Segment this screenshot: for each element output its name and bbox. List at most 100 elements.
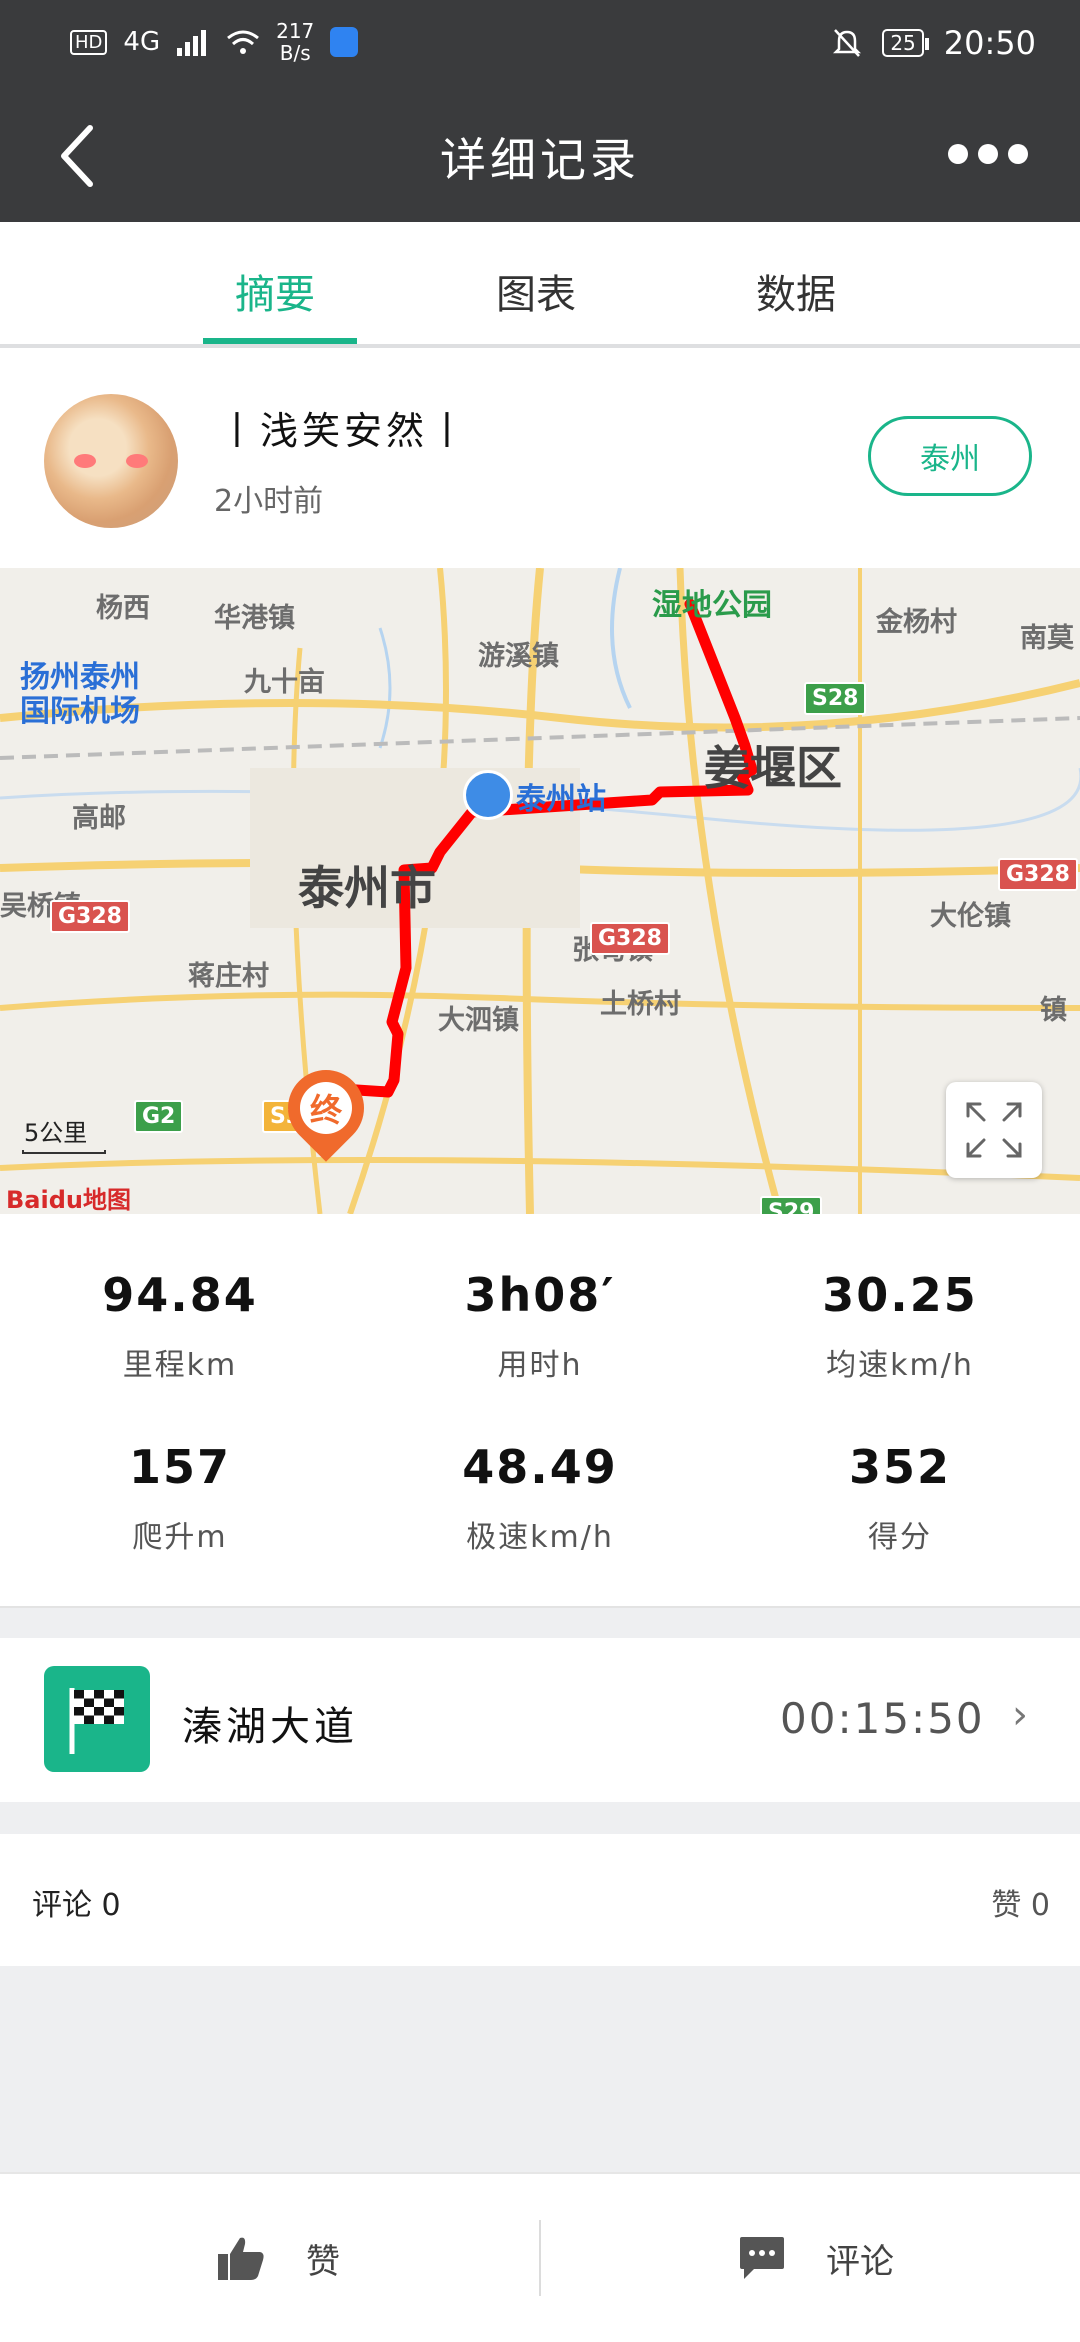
stats-panel: 94.84 里程km 3h08′ 用时h 30.25 均速km/h 157 爬升… bbox=[0, 1214, 1080, 1608]
stat-value: 94.84 bbox=[102, 1268, 258, 1322]
segment-row[interactable]: 溱湖大道 00:15:50 › bbox=[0, 1638, 1080, 1802]
user-name[interactable]: 丨浅笑安然丨 bbox=[218, 400, 470, 455]
tab-charts[interactable]: 图表 bbox=[496, 262, 576, 320]
expand-icon bbox=[966, 1102, 1022, 1158]
stat-score: 352 得分 bbox=[720, 1440, 1080, 1556]
map-label: 南莫 bbox=[1020, 623, 1074, 654]
map-label: 大伦镇 bbox=[930, 901, 1011, 932]
road-sign: G328 bbox=[998, 858, 1078, 891]
map-scale-bar bbox=[22, 1150, 106, 1154]
comment-button[interactable]: 评论 bbox=[738, 2228, 894, 2288]
network-speed-value: 217 bbox=[276, 19, 315, 43]
map-label: 姜堰区 bbox=[704, 741, 842, 795]
status-right: 25 20:50 bbox=[832, 24, 1036, 62]
stat-label: 用时h bbox=[497, 1348, 583, 1383]
segment-time: 00:15:50 bbox=[780, 1694, 985, 1743]
tab-bar: 摘要 图表 数据 bbox=[0, 222, 1080, 348]
map-label: 华港镇 bbox=[214, 603, 295, 634]
likes-summary[interactable]: 赞 0 bbox=[991, 1880, 1050, 1924]
road-sign: G328 bbox=[50, 900, 130, 933]
status-bar: HD 4G 217 B/s 25 20:50 bbox=[0, 0, 1080, 88]
page-title: 详细记录 bbox=[440, 133, 640, 187]
stat-distance: 94.84 里程km bbox=[0, 1268, 360, 1384]
comments-label: 评论 bbox=[32, 1888, 92, 1923]
title-bar: 详细记录 bbox=[0, 88, 1080, 222]
network-speed: 217 B/s bbox=[276, 20, 314, 64]
likes-count: 0 bbox=[1030, 1888, 1050, 1923]
route-map[interactable]: 杨西 华港镇 湿地公园 金杨村 南莫 扬州泰州 国际机场 九十亩 游溪镇 泰州站… bbox=[0, 568, 1080, 1214]
end-marker-label: 终 bbox=[300, 1082, 352, 1134]
road-sign: G328 bbox=[590, 922, 670, 955]
map-label: 土桥村 bbox=[600, 989, 681, 1020]
hd-indicator: HD bbox=[70, 29, 108, 55]
shield-icon bbox=[330, 27, 359, 57]
map-label: 蒋庄村 bbox=[188, 961, 269, 992]
map-scale-label: 5公里 bbox=[24, 1119, 88, 1147]
map-label: 镇 bbox=[1040, 995, 1067, 1026]
map-label: 大泗镇 bbox=[438, 1005, 519, 1036]
stat-value: 157 bbox=[128, 1440, 232, 1494]
network-type: 4G bbox=[123, 27, 161, 57]
stat-label: 均速km/h bbox=[826, 1348, 974, 1383]
bell-muted-icon bbox=[833, 29, 862, 57]
signal-icon bbox=[177, 30, 207, 56]
thumbs-up-icon bbox=[218, 2237, 264, 2280]
clock: 20:50 bbox=[943, 24, 1036, 62]
network-speed-unit: B/s bbox=[279, 41, 311, 65]
city-button[interactable]: 泰州 bbox=[868, 416, 1032, 496]
like-button-label: 赞 bbox=[306, 2241, 340, 2282]
segment-name: 溱湖大道 bbox=[182, 1704, 358, 1750]
map-label: 湿地公园 bbox=[652, 588, 772, 623]
map-label: 国际机场 bbox=[20, 694, 140, 729]
bottom-action-bar: 赞 评论 bbox=[0, 2172, 1080, 2342]
stat-label: 得分 bbox=[868, 1520, 932, 1555]
likes-label: 赞 bbox=[991, 1888, 1022, 1923]
stat-value: 30.25 bbox=[822, 1268, 978, 1322]
battery-icon: 25 bbox=[882, 29, 930, 57]
checkered-flag-icon bbox=[44, 1666, 150, 1772]
stat-elevation: 157 爬升m bbox=[0, 1440, 360, 1556]
user-row: 丨浅笑安然丨 2小时前 泰州 bbox=[0, 348, 1080, 568]
more-dot-icon bbox=[948, 144, 968, 164]
comments-count: 0 bbox=[101, 1888, 121, 1923]
comment-button-label: 评论 bbox=[826, 2241, 894, 2282]
stat-label: 极速km/h bbox=[466, 1520, 614, 1555]
map-label: 高邮 bbox=[72, 803, 126, 834]
stat-label: 爬升m bbox=[132, 1520, 228, 1555]
stat-value: 352 bbox=[848, 1440, 952, 1494]
stat-value: 48.49 bbox=[462, 1440, 618, 1494]
map-logo: Baidu地图 bbox=[6, 1186, 131, 1214]
expand-map-button[interactable] bbox=[946, 1082, 1042, 1178]
more-dot-icon bbox=[978, 144, 998, 164]
wifi-icon bbox=[227, 30, 260, 54]
stat-avg-speed: 30.25 均速km/h bbox=[720, 1268, 1080, 1384]
more-dot-icon bbox=[1008, 144, 1028, 164]
comments-summary[interactable]: 评论 0 bbox=[32, 1880, 121, 1924]
avatar[interactable] bbox=[44, 394, 178, 528]
train-station-icon bbox=[463, 770, 513, 820]
map-label: 泰州市 bbox=[298, 861, 436, 915]
divider bbox=[539, 2220, 541, 2296]
tab-data[interactable]: 数据 bbox=[756, 262, 836, 320]
road-sign: S29 bbox=[760, 1196, 823, 1214]
map-label: 杨西 bbox=[96, 593, 150, 624]
tab-summary[interactable]: 摘要 bbox=[235, 262, 315, 320]
tab-active-indicator bbox=[203, 338, 357, 344]
comments-row: 评论 0 赞 0 bbox=[0, 1834, 1080, 1966]
road-sign: S28 bbox=[804, 682, 867, 715]
chevron-right-icon: › bbox=[1012, 1692, 1028, 1738]
map-label: 九十亩 bbox=[244, 667, 325, 698]
stat-duration: 3h08′ 用时h bbox=[360, 1268, 720, 1384]
stat-label: 里程km bbox=[122, 1348, 238, 1383]
status-left: HD 4G 217 B/s bbox=[70, 20, 359, 64]
map-label: 游溪镇 bbox=[478, 641, 559, 672]
map-label: 泰州站 bbox=[516, 782, 606, 817]
comment-icon bbox=[740, 2237, 784, 2279]
road-sign: G2 bbox=[134, 1100, 184, 1133]
activity-time: 2小时前 bbox=[214, 484, 324, 519]
map-label: 金杨村 bbox=[876, 607, 957, 638]
like-button[interactable]: 赞 bbox=[216, 2228, 340, 2288]
stat-value: 3h08′ bbox=[464, 1268, 616, 1322]
stat-max-speed: 48.49 极速km/h bbox=[360, 1440, 720, 1556]
more-button[interactable] bbox=[948, 134, 1038, 174]
